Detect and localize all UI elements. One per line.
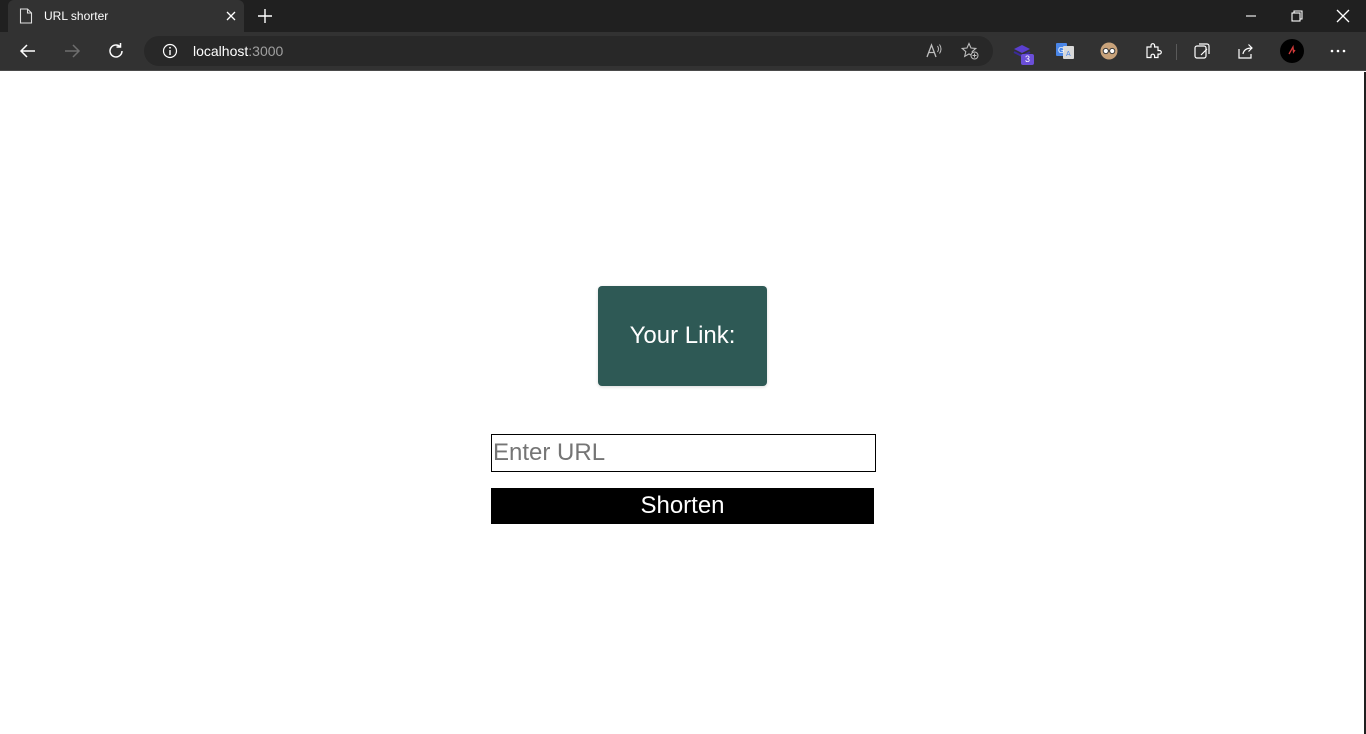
restore-icon[interactable] [1289,8,1305,24]
address-host: localhost [193,43,249,59]
puzzle-icon[interactable] [1143,41,1163,61]
address-bar[interactable]: localhost:3000 [144,36,993,66]
favorite-add-icon[interactable] [961,42,979,60]
forward-arrow-icon[interactable] [62,41,82,61]
browser-toolbar: localhost:3000 G A [0,32,1366,71]
tab-strip: URL shorter [0,0,1366,32]
minimize-icon[interactable] [1243,8,1259,24]
shorten-button[interactable]: Shorten [491,488,874,524]
close-icon[interactable] [224,9,238,23]
more-icon[interactable] [1328,41,1348,61]
back-arrow-icon[interactable] [18,41,38,61]
plus-icon[interactable] [256,7,274,25]
url-input[interactable] [491,434,876,472]
address-port: :3000 [248,43,284,59]
page-icon [19,8,33,24]
tab-url-shorter[interactable]: URL shorter [8,0,244,32]
info-icon[interactable] [162,43,178,59]
profile-avatar-icon[interactable] [1280,39,1304,63]
share-icon[interactable] [1236,41,1256,61]
page-content: Your Link: Shorten [0,72,1366,734]
extension-badge: 3 [1021,54,1034,65]
address-text: localhost:3000 [193,43,283,59]
collections-icon[interactable] [1192,41,1212,61]
close-window-icon[interactable] [1335,8,1351,24]
reload-icon[interactable] [106,41,126,61]
short-link-label: Your Link: [629,322,736,349]
read-aloud-icon[interactable] [925,42,943,60]
translate-icon[interactable]: G A [1055,41,1075,61]
toolbar-separator [1176,44,1177,60]
svg-text:A: A [1066,51,1071,58]
tab-title: URL shorter [44,9,109,23]
reading-glasses-icon[interactable] [1099,41,1119,61]
svg-text:G: G [1058,46,1064,55]
short-link-card: Your Link: [598,286,767,386]
browser-window: URL shorter localhost:3000 G A 3 Your Li… [0,0,1366,734]
